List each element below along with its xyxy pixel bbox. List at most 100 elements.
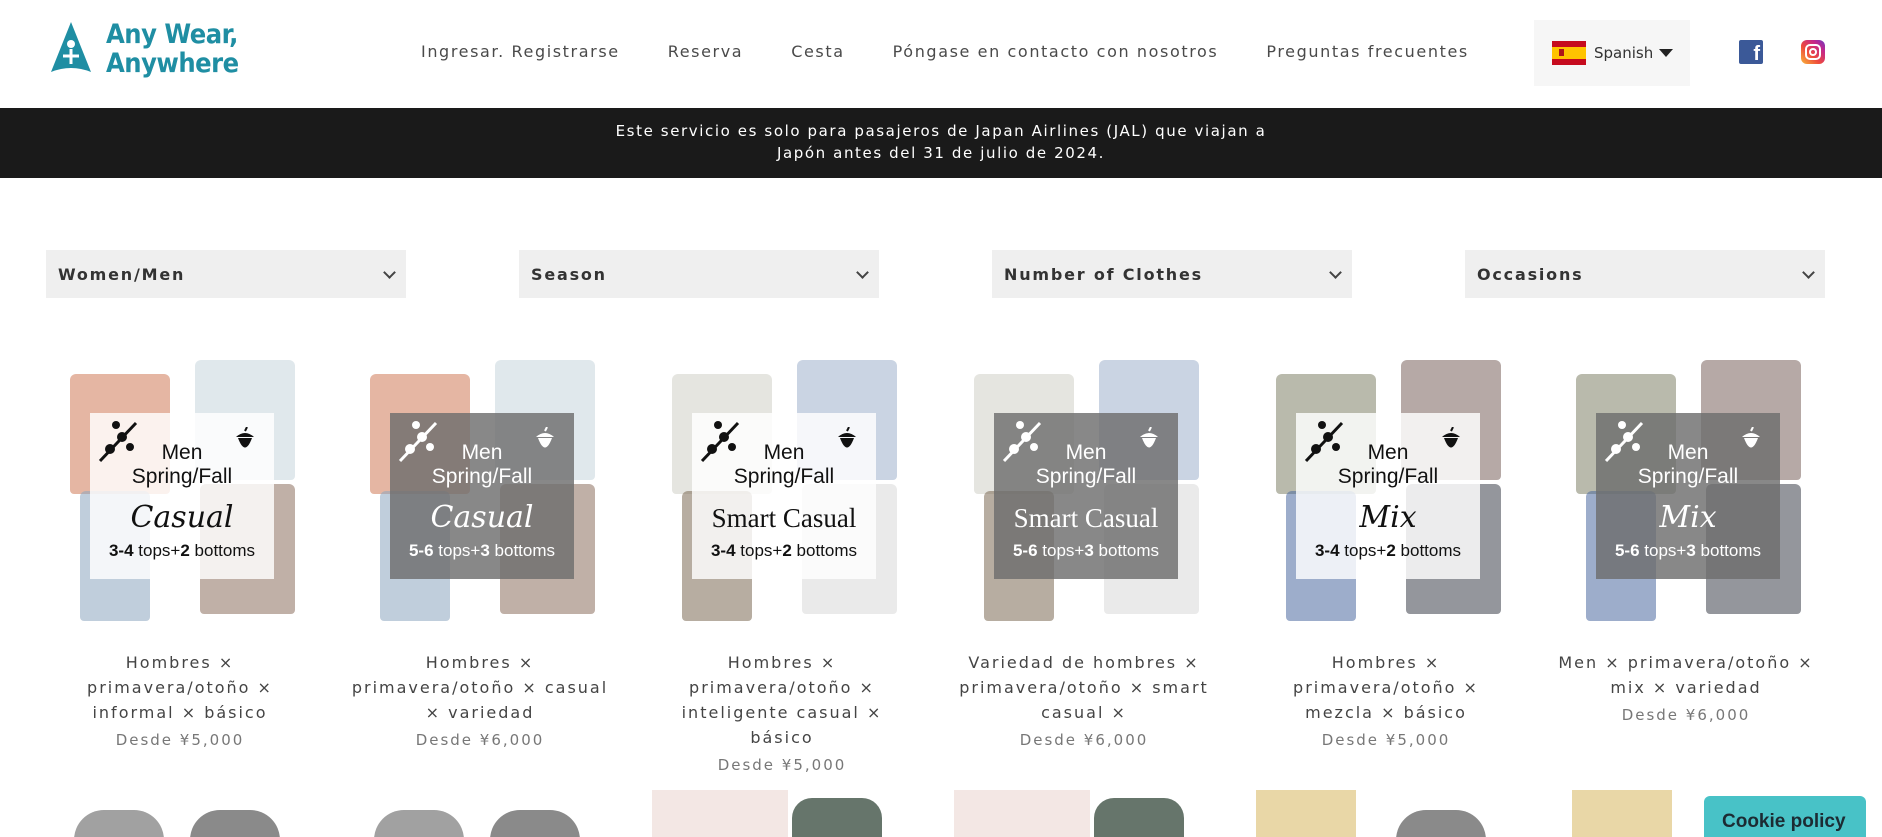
filter-number-of-clothes[interactable]: Number of Clothes bbox=[992, 250, 1352, 298]
product-image[interactable]: Men Spring/Fall Smart Casual 3-4 tops+2 … bbox=[652, 356, 912, 624]
chevron-down-icon bbox=[1329, 266, 1342, 279]
filter-season-label: Season bbox=[531, 264, 607, 284]
product-title[interactable]: Hombres × primavera/otoño × casual × var… bbox=[350, 650, 610, 725]
chevron-down-icon bbox=[1802, 266, 1815, 279]
overlay-season: Spring/Fall bbox=[733, 465, 835, 488]
product-price: Desde ¥5,000 bbox=[115, 731, 245, 749]
product-image[interactable]: Men Spring/Fall Mix 3-4 tops+2 bottoms bbox=[1256, 356, 1516, 624]
product-title[interactable]: Hombres × primavera/otoño × mezcla × bás… bbox=[1256, 650, 1516, 725]
overlay-tops-count: 3-4 bbox=[710, 541, 736, 560]
language-selector[interactable]: Spanish bbox=[1534, 20, 1690, 86]
chevron-down-icon bbox=[856, 266, 869, 279]
nav-cart[interactable]: Cesta bbox=[791, 42, 844, 61]
chevron-down-icon bbox=[383, 266, 396, 279]
product-overlay: Men Spring/Fall Smart Casual 3-4 tops+2 … bbox=[692, 413, 876, 579]
overlay-tops-count: 3-4 bbox=[1314, 541, 1340, 560]
overlay-count: 3-4 tops+2 bottoms bbox=[1296, 541, 1480, 561]
product-title[interactable]: Hombres × primavera/otoño × informal × b… bbox=[50, 650, 310, 725]
product-price: Desde ¥6,000 bbox=[415, 731, 545, 749]
filter-clothes-label: Number of Clothes bbox=[1004, 264, 1203, 284]
facebook-icon[interactable]: f bbox=[1739, 40, 1763, 65]
filter-gender[interactable]: Women/Men bbox=[46, 250, 406, 298]
product-image-peek[interactable] bbox=[1256, 790, 1516, 837]
overlay-tops-count: 3-4 bbox=[108, 541, 134, 560]
filter-gender-label: Women/Men bbox=[58, 264, 186, 284]
caret-down-icon bbox=[1659, 49, 1674, 57]
overlay-tops-count: 5-6 bbox=[408, 541, 434, 560]
overlay-gender: Men bbox=[161, 441, 203, 464]
overlay-tops-label: tops+ bbox=[1037, 541, 1085, 560]
overlay-tops-label: tops+ bbox=[1339, 541, 1387, 560]
nav-login-register[interactable]: Ingresar. Registrarse bbox=[421, 42, 620, 61]
product-image-peek[interactable] bbox=[954, 790, 1214, 837]
overlay-bottoms-count: 3 bbox=[1084, 541, 1094, 560]
overlay-tops-label: tops+ bbox=[735, 541, 783, 560]
product-title[interactable]: Hombres × primavera/otoño × inteligente … bbox=[652, 650, 912, 750]
cookie-policy-button[interactable]: Cookie policy bbox=[1704, 796, 1866, 837]
instagram-icon[interactable] bbox=[1801, 40, 1825, 64]
product-card[interactable]: Men Spring/Fall Smart Casual 3-4 tops+2 … bbox=[652, 356, 912, 774]
overlay-gender: Men bbox=[763, 441, 805, 464]
overlay-tops-label: tops+ bbox=[433, 541, 481, 560]
overlay-gender: Men bbox=[1367, 441, 1409, 464]
overlay-bottoms-label: bottoms bbox=[1695, 541, 1762, 560]
overlay-tops-label: tops+ bbox=[133, 541, 181, 560]
overlay-bottoms-label: bottoms bbox=[1093, 541, 1160, 560]
product-card[interactable]: Men Spring/Fall Mix 3-4 tops+2 bottoms H… bbox=[1256, 356, 1516, 749]
product-image[interactable]: Men Spring/Fall Casual 3-4 tops+2 bottom… bbox=[50, 356, 310, 624]
overlay-count: 3-4 tops+2 bottoms bbox=[692, 541, 876, 561]
overlay-tops-count: 5-6 bbox=[1614, 541, 1640, 560]
product-overlay: Men Spring/Fall Mix 5-6 tops+3 bottoms bbox=[1596, 413, 1780, 579]
product-overlay: Men Spring/Fall Smart Casual 5-6 tops+3 … bbox=[994, 413, 1178, 579]
filter-season[interactable]: Season bbox=[519, 250, 879, 298]
product-image[interactable]: Men Spring/Fall Mix 5-6 tops+3 bottoms bbox=[1556, 356, 1816, 624]
overlay-bottoms-count: 2 bbox=[782, 541, 792, 560]
overlay-season: Spring/Fall bbox=[131, 465, 233, 488]
spain-flag-icon bbox=[1552, 41, 1586, 65]
overlay-style: Casual bbox=[430, 500, 534, 535]
brand-name: Any Wear, Anywhere bbox=[106, 20, 239, 78]
brand-name-line1: Any Wear, bbox=[106, 19, 238, 50]
overlay-count: 5-6 tops+3 bottoms bbox=[994, 541, 1178, 561]
brand-logo[interactable]: Any Wear, Anywhere bbox=[48, 20, 239, 78]
overlay-gender: Men bbox=[1667, 441, 1709, 464]
nav-faq[interactable]: Preguntas frecuentes bbox=[1266, 42, 1468, 61]
overlay-bottoms-count: 3 bbox=[1686, 541, 1696, 560]
product-card[interactable]: Men Spring/Fall Mix 5-6 tops+3 bottoms M… bbox=[1556, 356, 1816, 724]
product-image-peek[interactable] bbox=[652, 790, 912, 837]
product-image[interactable]: Men Spring/Fall Casual 5-6 tops+3 bottom… bbox=[350, 356, 610, 624]
overlay-gender: Men bbox=[1065, 441, 1107, 464]
filter-occasions-label: Occasions bbox=[1477, 264, 1584, 284]
banner-line2: Japón antes del 31 de julio de 2024. bbox=[776, 144, 1106, 162]
product-image-peek[interactable] bbox=[350, 790, 610, 837]
overlay-style: Smart Casual bbox=[1013, 503, 1159, 533]
overlay-bottoms-label: bottoms bbox=[1395, 541, 1462, 560]
product-overlay: Men Spring/Fall Mix 3-4 tops+2 bottoms bbox=[1296, 413, 1480, 579]
filter-occasions[interactable]: Occasions bbox=[1465, 250, 1825, 298]
overlay-season: Spring/Fall bbox=[1035, 465, 1137, 488]
nav-contact[interactable]: Póngase en contacto con nosotros bbox=[893, 42, 1219, 61]
product-card[interactable]: Men Spring/Fall Casual 3-4 tops+2 bottom… bbox=[50, 356, 310, 749]
overlay-style: Mix bbox=[1359, 500, 1417, 535]
overlay-gender: Men bbox=[461, 441, 503, 464]
overlay-bottoms-count: 2 bbox=[180, 541, 190, 560]
nav-reserve[interactable]: Reserva bbox=[668, 42, 743, 61]
overlay-style: Smart Casual bbox=[711, 503, 857, 533]
overlay-bottoms-count: 2 bbox=[1386, 541, 1396, 560]
product-image[interactable]: Men Spring/Fall Smart Casual 5-6 tops+3 … bbox=[954, 356, 1214, 624]
language-label: Spanish bbox=[1594, 44, 1654, 62]
product-price: Desde ¥6,000 bbox=[1019, 731, 1149, 749]
product-card[interactable]: Men Spring/Fall Casual 5-6 tops+3 bottom… bbox=[350, 356, 610, 749]
overlay-season: Spring/Fall bbox=[1637, 465, 1739, 488]
overlay-bottoms-label: bottoms bbox=[189, 541, 256, 560]
overlay-style: Mix bbox=[1659, 500, 1717, 535]
site-header: Any Wear, Anywhere Ingresar. Registrarse… bbox=[0, 0, 1882, 108]
logo-icon bbox=[51, 22, 91, 72]
product-title[interactable]: Men × primavera/otoño × mix × variedad bbox=[1556, 650, 1816, 700]
overlay-bottoms-count: 3 bbox=[480, 541, 490, 560]
overlay-season: Spring/Fall bbox=[431, 465, 533, 488]
product-title[interactable]: Variedad de hombres × primavera/otoño × … bbox=[954, 650, 1214, 725]
overlay-season: Spring/Fall bbox=[1337, 465, 1439, 488]
product-card[interactable]: Men Spring/Fall Smart Casual 5-6 tops+3 … bbox=[954, 356, 1214, 749]
product-image-peek[interactable] bbox=[50, 790, 310, 837]
